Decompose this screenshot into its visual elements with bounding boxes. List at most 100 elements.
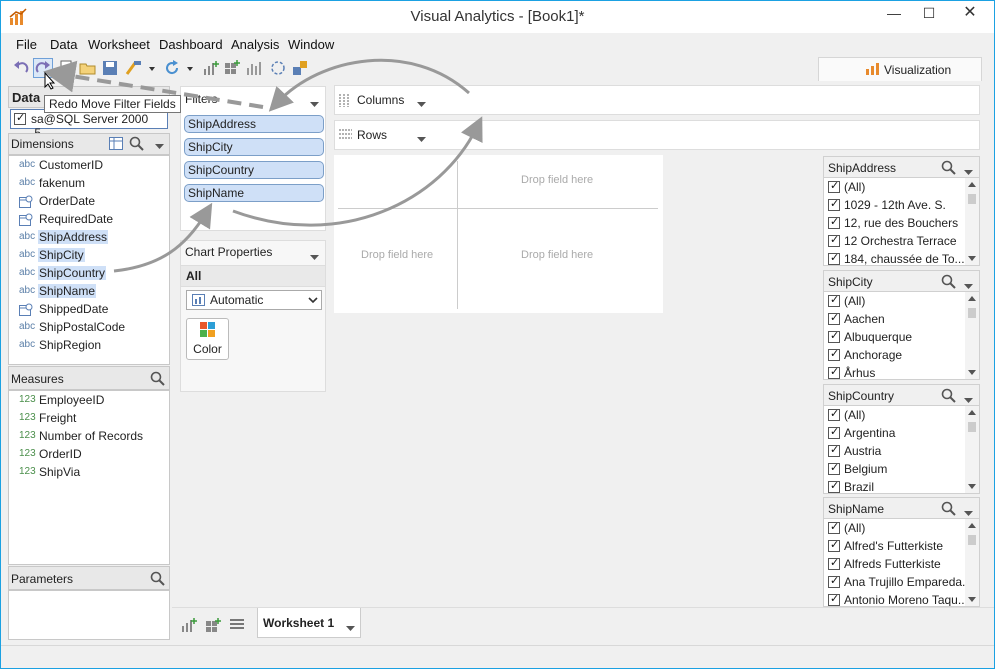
filter-pill[interactable]: ShipAddress	[184, 115, 324, 133]
search-icon[interactable]	[941, 160, 957, 179]
chevron-down-icon[interactable]	[964, 279, 973, 293]
menu-dashboard[interactable]: Dashboard	[159, 37, 223, 52]
new-dashboard-icon[interactable]	[223, 59, 241, 77]
undo-icon[interactable]	[12, 59, 30, 77]
checkbox[interactable]	[828, 592, 840, 606]
quick-filter-item[interactable]: 1029 - 12th Ave. S.	[828, 197, 946, 216]
quick-filter-item[interactable]: (All)	[828, 293, 865, 312]
new-worksheet-icon[interactable]	[202, 59, 220, 77]
quick-filter-item[interactable]: Austria	[828, 443, 881, 462]
quick-filter-item[interactable]: Belgium	[828, 461, 887, 480]
quick-filter-item[interactable]: Alfreds Futterkiste	[828, 556, 941, 575]
checkbox[interactable]	[828, 443, 840, 457]
filter-pill[interactable]: ShipCity	[184, 138, 324, 156]
menu-file[interactable]: File	[16, 37, 37, 52]
menu-data[interactable]: Data	[50, 37, 77, 52]
menu-analysis[interactable]: Analysis	[231, 37, 279, 52]
search-icon[interactable]	[941, 501, 957, 520]
scrollbar[interactable]	[965, 292, 979, 379]
chevron-down-icon[interactable]	[310, 250, 319, 264]
chevron-down-icon[interactable]	[155, 139, 164, 153]
checkbox[interactable]	[828, 538, 840, 552]
quick-filter-item[interactable]: Århus	[828, 365, 875, 379]
quick-filter-item[interactable]: Brazil	[828, 479, 874, 493]
drop-zone-top[interactable]: Drop field here	[521, 174, 593, 186]
checkbox[interactable]	[828, 365, 840, 379]
scrollbar[interactable]	[965, 519, 979, 606]
quick-filter-item[interactable]: Aachen	[828, 311, 885, 330]
checkbox[interactable]	[828, 347, 840, 361]
quick-filter-item[interactable]: Antonio Moreno Taqu...	[828, 592, 968, 606]
scrollbar[interactable]	[965, 178, 979, 265]
search-icon[interactable]	[150, 371, 166, 390]
filter-pill[interactable]: ShipName	[184, 184, 324, 202]
sheet-list-icon[interactable]	[230, 618, 244, 633]
quick-filter-item[interactable]: Anchorage	[828, 347, 902, 366]
refresh-icon[interactable]	[163, 59, 181, 77]
filter-pill[interactable]: ShipCountry	[184, 161, 324, 179]
chevron-down-icon[interactable]	[964, 393, 973, 407]
mark-type-select[interactable]: Automatic	[186, 290, 322, 310]
chart-icon[interactable]	[245, 59, 263, 77]
menu-window[interactable]: Window	[288, 37, 334, 52]
save-icon[interactable]	[101, 59, 119, 77]
checkbox[interactable]	[828, 461, 840, 475]
chevron-down-icon[interactable]	[310, 97, 319, 111]
checkbox[interactable]	[828, 479, 840, 493]
chevron-down-icon[interactable]	[417, 97, 426, 111]
chevron-down-icon[interactable]	[417, 132, 426, 146]
menu-worksheet[interactable]: Worksheet	[88, 37, 150, 52]
connection-checkbox[interactable]	[14, 111, 26, 125]
rows-shelf[interactable]: Rows	[334, 120, 980, 150]
table-view-icon[interactable]	[109, 137, 123, 153]
minimize-button[interactable]: —	[877, 1, 911, 25]
quick-filter-item[interactable]: 12 Orchestra Terrace	[828, 233, 957, 252]
checkbox[interactable]	[828, 520, 840, 534]
quick-filter-item[interactable]: 184, chaussée de To...	[828, 251, 965, 265]
drop-zone-left[interactable]: Drop field here	[361, 249, 433, 261]
chevron-down-icon[interactable]	[185, 59, 195, 77]
new-dashboard-icon[interactable]	[205, 617, 221, 636]
checkbox[interactable]	[828, 329, 840, 343]
checkbox[interactable]	[828, 251, 840, 265]
chevron-down-icon[interactable]	[964, 506, 973, 520]
data-source-icon[interactable]	[125, 59, 143, 77]
checkbox[interactable]	[828, 233, 840, 247]
checkbox[interactable]	[828, 407, 840, 421]
quick-filter-item[interactable]: Argentina	[828, 425, 895, 444]
search-icon[interactable]	[941, 388, 957, 407]
checkbox[interactable]	[828, 293, 840, 307]
chevron-down-icon[interactable]	[147, 59, 157, 77]
scrollbar[interactable]	[965, 406, 979, 493]
quick-filter-item[interactable]: 12, rue des Bouchers	[828, 215, 958, 234]
maximize-button[interactable]: ☐	[911, 1, 947, 25]
checkbox[interactable]	[828, 556, 840, 570]
search-icon[interactable]	[129, 136, 145, 155]
color-button[interactable]: Color	[186, 318, 229, 360]
quick-filter-item[interactable]: (All)	[828, 407, 865, 426]
new-icon[interactable]	[57, 59, 75, 77]
quick-filter-item[interactable]: (All)	[828, 179, 865, 198]
chevron-down-icon[interactable]	[346, 621, 355, 635]
close-button[interactable]: ✕	[947, 1, 993, 25]
quick-filter-item[interactable]: Alfred's Futterkiste	[828, 538, 943, 557]
drop-zone-center[interactable]: Drop field here	[521, 249, 593, 261]
search-icon[interactable]	[941, 274, 957, 293]
marks-all-tab[interactable]: All	[181, 265, 325, 287]
checkbox[interactable]	[828, 179, 840, 193]
worksheet-canvas[interactable]: Drop field here Drop field here Drop fie…	[334, 155, 663, 313]
export-icon[interactable]	[291, 59, 309, 77]
checkbox[interactable]	[828, 197, 840, 211]
quick-filter-item[interactable]: (All)	[828, 520, 865, 539]
new-worksheet-icon[interactable]	[181, 617, 197, 636]
columns-shelf[interactable]: Columns	[334, 85, 980, 115]
quick-filter-item[interactable]: Albuquerque	[828, 329, 912, 348]
search-icon[interactable]	[150, 571, 166, 590]
checkbox[interactable]	[828, 574, 840, 588]
filter-clear-icon[interactable]	[269, 59, 287, 77]
quick-filter-item[interactable]: Ana Trujillo Empareda...	[828, 574, 972, 593]
tab-worksheet-1[interactable]: Worksheet 1	[257, 608, 361, 638]
checkbox[interactable]	[828, 425, 840, 439]
checkbox[interactable]	[828, 215, 840, 229]
chevron-down-icon[interactable]	[964, 165, 973, 179]
